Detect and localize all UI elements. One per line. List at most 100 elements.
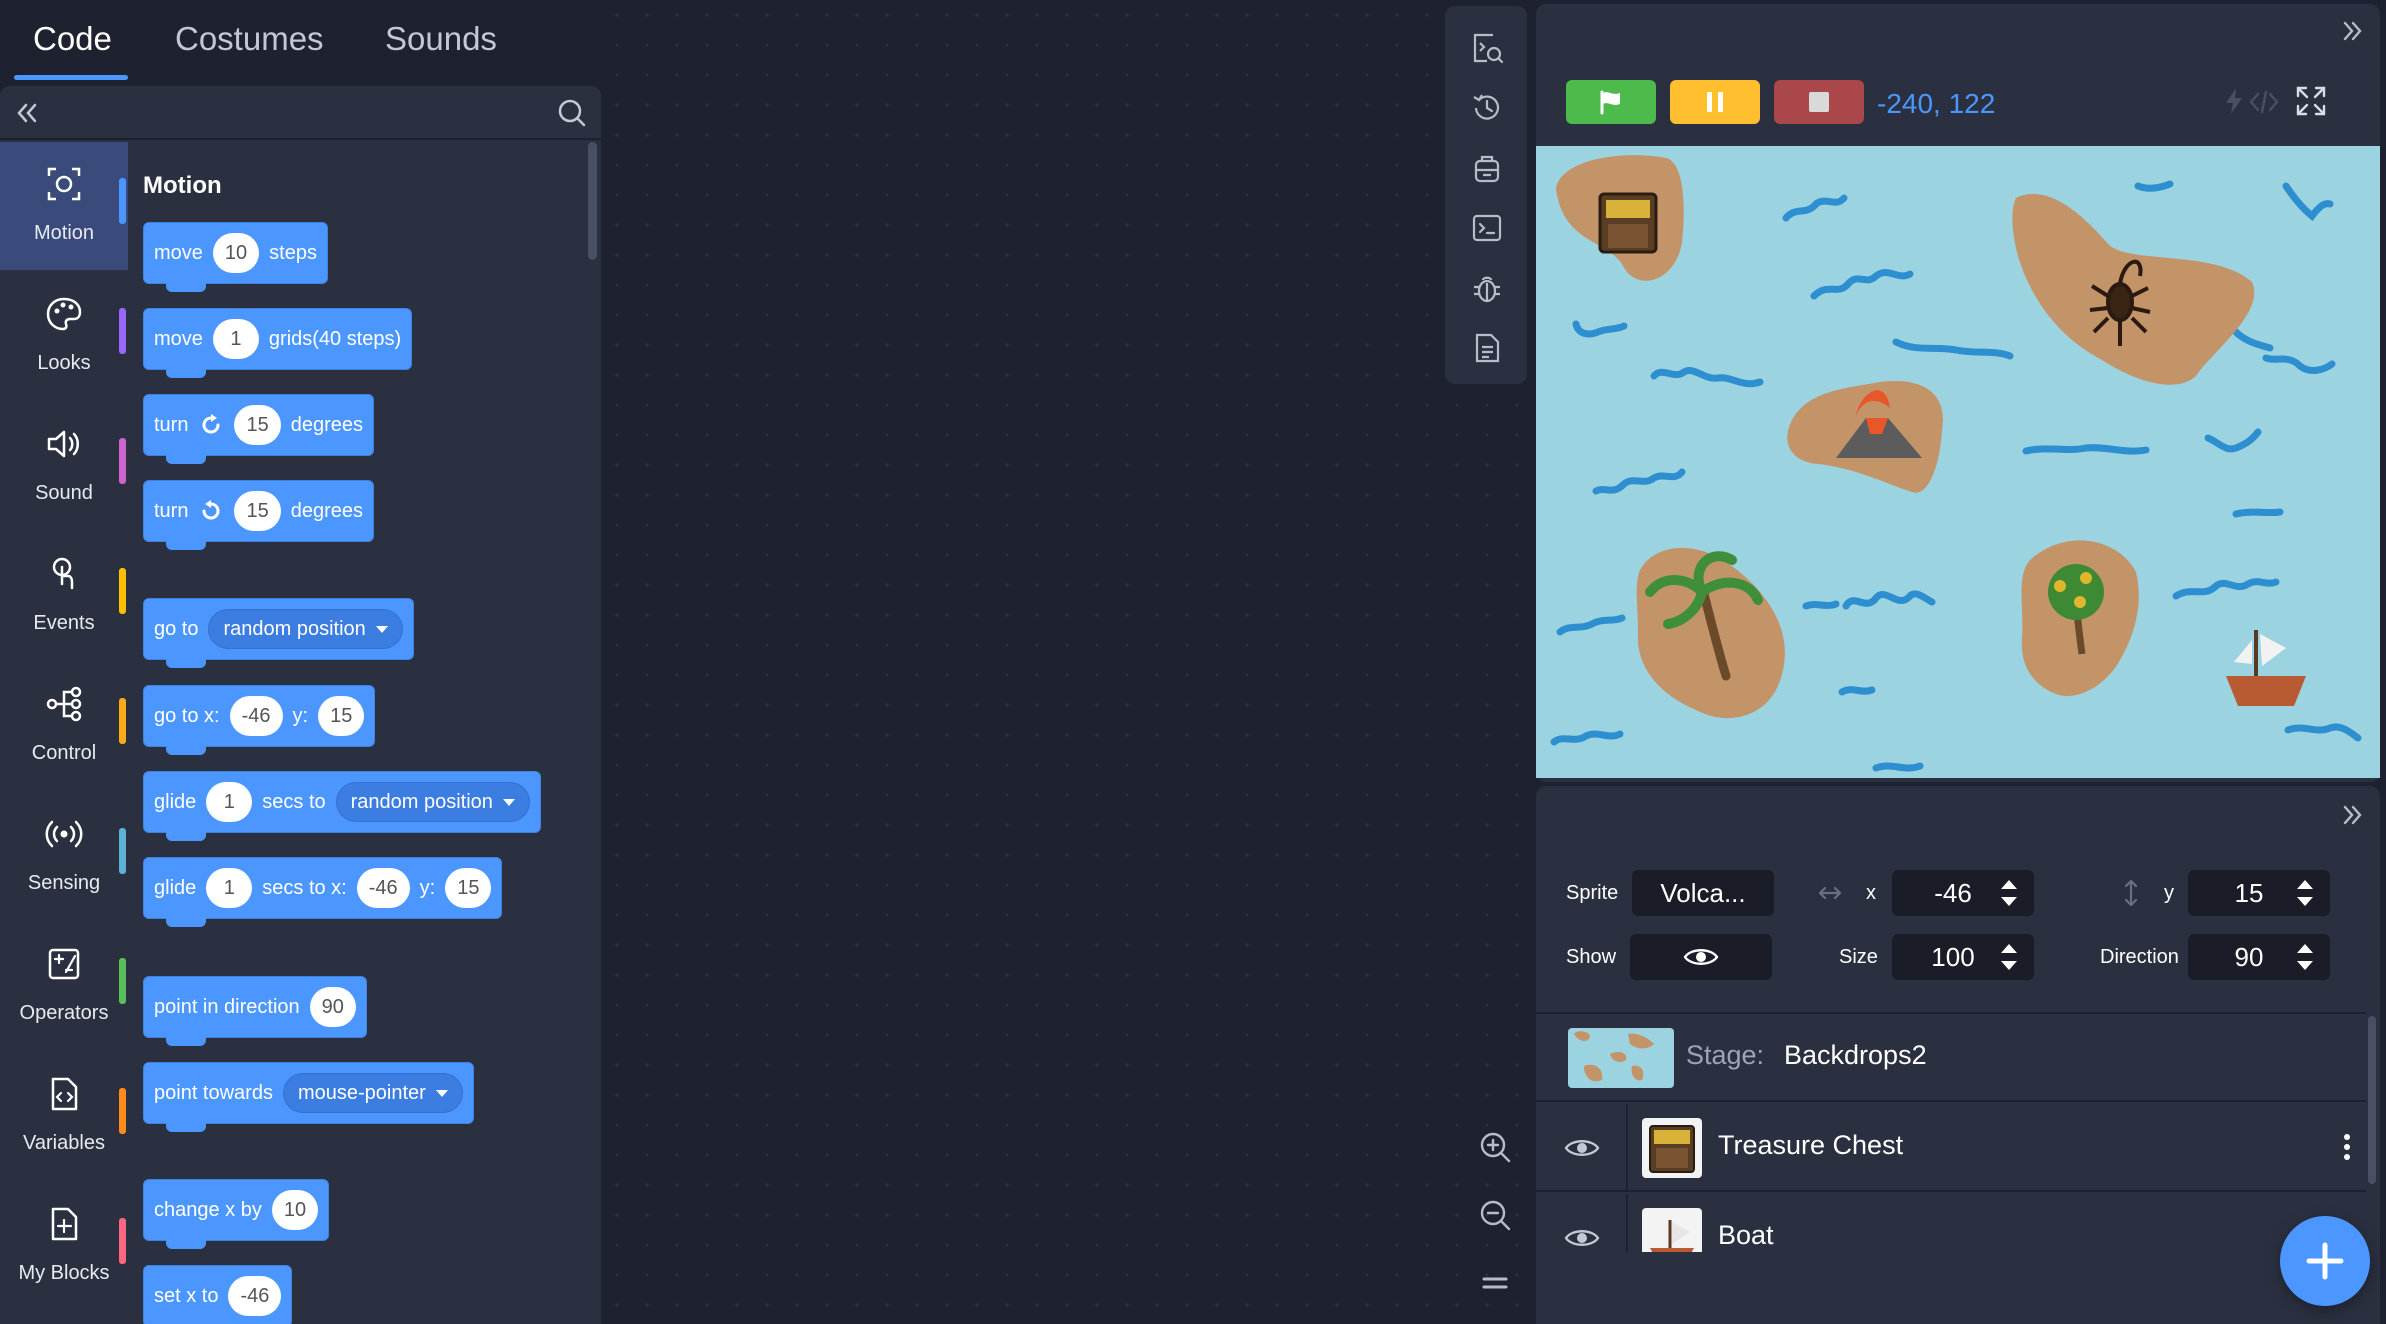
size-field[interactable]: 100	[1892, 934, 2034, 980]
secs-input[interactable]: 1	[206, 868, 253, 908]
x-set-input[interactable]: -46	[228, 1276, 282, 1316]
move-grids-block[interactable]: move 1 grids(40 steps)	[143, 308, 413, 378]
block-text: secs to	[262, 790, 326, 813]
dropdown-value: mouse-pointer	[297, 1081, 426, 1104]
stepper-icon[interactable]	[1998, 876, 2020, 910]
block-text: move	[154, 241, 203, 264]
turn-left-block[interactable]: turn 15 degrees	[143, 480, 374, 550]
degrees-input[interactable]: 15	[234, 491, 281, 531]
target-dropdown[interactable]: mouse-pointer	[282, 1073, 463, 1113]
horizontal-arrows-icon	[1818, 886, 1842, 900]
category-control[interactable]: Control	[0, 662, 128, 790]
x-change-input[interactable]: 10	[271, 1190, 319, 1230]
history-icon[interactable]	[1469, 90, 1505, 126]
search-icon[interactable]	[555, 96, 589, 130]
category-color-bar	[119, 958, 126, 1004]
category-label: Sensing	[27, 872, 101, 894]
category-events[interactable]: Events	[0, 532, 128, 660]
grids-input[interactable]: 1	[212, 319, 259, 359]
block-text: glide	[154, 876, 197, 899]
target-dropdown[interactable]: random position	[208, 609, 403, 649]
sprite-row[interactable]: Treasure Chest	[1536, 1104, 2366, 1192]
add-sprite-button[interactable]	[2280, 1216, 2370, 1306]
tab-costumes[interactable]: Costumes	[175, 20, 324, 58]
category-label: Operators	[19, 1002, 109, 1024]
reset-zoom-icon[interactable]	[1476, 1264, 1514, 1302]
x-input[interactable]: -46	[229, 696, 283, 736]
degrees-input[interactable]: 15	[234, 405, 281, 445]
treasure-map-backdrop	[1550, 155, 2362, 772]
tab-sounds[interactable]: Sounds	[385, 20, 497, 58]
eye-icon[interactable]	[1564, 1136, 1600, 1160]
collapse-sprite-panel-icon[interactable]	[2340, 802, 2366, 828]
green-flag-button[interactable]	[1566, 80, 1656, 124]
category-label: Sound	[35, 482, 93, 504]
direction-field[interactable]: 90	[2188, 934, 2330, 980]
steps-input[interactable]: 10	[212, 233, 260, 273]
eye-icon[interactable]	[1564, 1226, 1600, 1250]
sprite-list-scrollbar[interactable]	[2368, 1016, 2376, 1184]
turn-right-block[interactable]: turn 15 degrees	[143, 394, 374, 464]
collapse-palette-icon[interactable]	[10, 96, 44, 130]
y-input[interactable]: 15	[445, 868, 492, 908]
collapse-stage-icon[interactable]	[2340, 18, 2366, 44]
palette-scrollbar[interactable]	[588, 142, 597, 260]
category-motion[interactable]: Motion	[0, 142, 128, 270]
stage-row[interactable]: Stage: Backdrops2	[1536, 1014, 2366, 1102]
category-my-blocks[interactable]: My Blocks	[0, 1182, 128, 1310]
stop-button[interactable]	[1774, 80, 1864, 124]
block-text: turn	[154, 413, 189, 436]
target-dropdown[interactable]: random position	[335, 782, 530, 822]
stepper-icon[interactable]	[2294, 940, 2316, 974]
code-workspace[interactable]	[602, 0, 1532, 1324]
more-options-icon[interactable]	[2342, 1132, 2352, 1162]
point-in-direction-block[interactable]: point in direction 90	[143, 976, 367, 1046]
move-steps-block[interactable]: move 10 steps	[143, 222, 328, 292]
x-position-field[interactable]: -46	[1892, 870, 2034, 916]
secs-input[interactable]: 1	[206, 782, 253, 822]
fullscreen-icon[interactable]	[2294, 84, 2328, 118]
pause-icon	[1707, 92, 1723, 112]
point-towards-block[interactable]: point towards mouse-pointer	[143, 1062, 474, 1132]
turbo-mode-icon[interactable]	[2222, 86, 2246, 116]
show-toggle[interactable]	[1630, 934, 1772, 980]
zoom-out-icon[interactable]	[1476, 1196, 1514, 1234]
code-view-icon[interactable]	[2248, 88, 2280, 116]
y-input[interactable]: 15	[318, 696, 365, 736]
sprite-name: Treasure Chest	[1718, 1130, 1904, 1160]
glide-to-block[interactable]: glide 1 secs to random position	[143, 771, 541, 841]
block-text: point in direction	[154, 995, 300, 1018]
category-sensing[interactable]: Sensing	[0, 792, 128, 920]
set-x-block[interactable]: set x to -46	[143, 1265, 293, 1324]
pause-button[interactable]	[1670, 80, 1760, 124]
tab-code[interactable]: Code	[33, 20, 112, 58]
x-input[interactable]: -46	[356, 868, 410, 908]
category-sound[interactable]: Sound	[0, 402, 128, 530]
tap-icon	[52, 557, 74, 590]
direction-input[interactable]: 90	[309, 987, 356, 1027]
stepper-icon[interactable]	[2294, 876, 2316, 910]
zoom-in-icon[interactable]	[1476, 1128, 1514, 1166]
category-looks[interactable]: Looks	[0, 272, 128, 400]
search-code-icon[interactable]	[1469, 30, 1505, 66]
glide-to-xy-block[interactable]: glide 1 secs to x: -46 y: 15	[143, 857, 503, 927]
sprite-panel: Sprite Volca... x -46 y 15 Show Size 100…	[1536, 786, 2380, 1324]
category-label: Control	[31, 742, 97, 764]
sprite-name-input[interactable]: Volca...	[1632, 870, 1774, 916]
chevron-down-icon	[502, 798, 515, 806]
chevron-down-icon	[435, 1089, 448, 1097]
palette-header	[0, 86, 601, 140]
go-to-xy-block[interactable]: go to x: -46 y: 15	[143, 685, 376, 755]
stage-canvas[interactable]	[1536, 146, 2380, 778]
category-operators[interactable]: Operators	[0, 922, 128, 1050]
go-to-block[interactable]: go to random position	[143, 598, 414, 668]
y-position-field[interactable]: 15	[2188, 870, 2330, 916]
block-list: Motion move 10 steps move 1 grids(40 ste…	[128, 142, 588, 1324]
bug-icon[interactable]	[1469, 270, 1505, 306]
change-x-block[interactable]: change x by 10	[143, 1179, 330, 1249]
document-icon[interactable]	[1469, 330, 1505, 366]
stepper-icon[interactable]	[1998, 940, 2020, 974]
category-variables[interactable]: Variables	[0, 1052, 128, 1180]
backpack-icon[interactable]	[1469, 150, 1505, 186]
terminal-icon[interactable]	[1469, 210, 1505, 246]
